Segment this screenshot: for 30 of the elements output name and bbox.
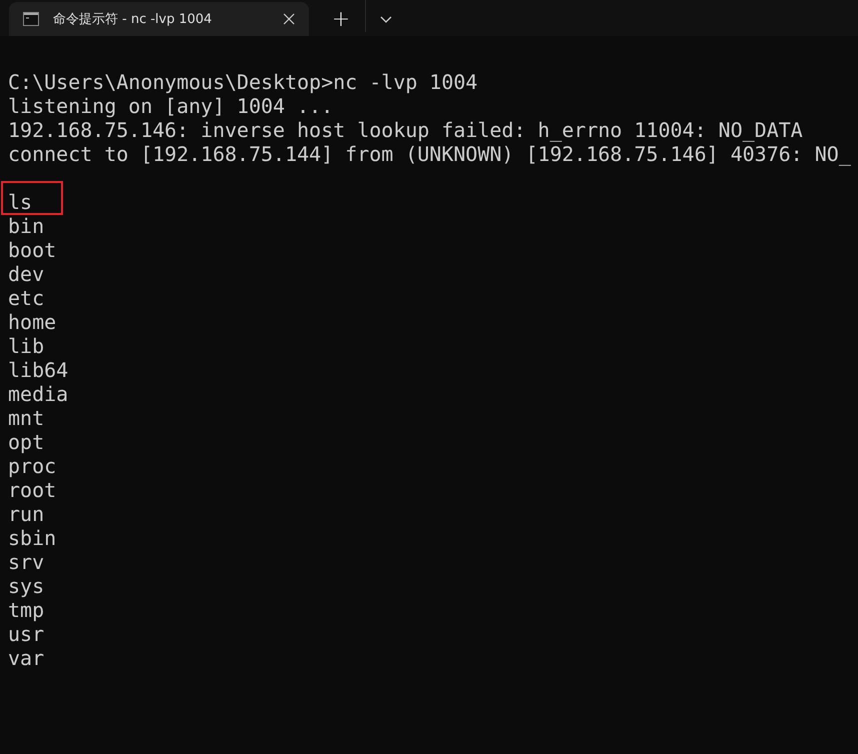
terminal-line: listening on [any] 1004 ...: [8, 94, 334, 118]
terminal-line: sys: [8, 574, 46, 598]
terminal-line: dev: [8, 262, 46, 286]
terminal-line: opt: [8, 430, 46, 454]
terminal-line: var: [8, 646, 46, 670]
close-icon[interactable]: [283, 13, 295, 25]
command-text: ls: [2, 182, 62, 214]
chevron-down-icon[interactable]: [380, 16, 392, 24]
terminal-line: C:\Users\Anonymous\Desktop>nc -lvp 1004: [8, 70, 479, 94]
terminal-line: home: [8, 310, 58, 334]
terminal-tab[interactable]: 命令提示符 - nc -lvp 1004: [9, 2, 309, 36]
terminal-line: connect to [192.168.75.144] from (UNKNOWN) [192.168.75.146] 40376: NO_: [8, 142, 852, 166]
terminal-line: usr: [8, 622, 46, 646]
terminal-line: run: [8, 502, 46, 526]
terminal-line: proc: [8, 454, 58, 478]
terminal-line: 192.168.75.146: inverse host lookup failed: h_errno 11004: NO_DATA: [8, 118, 804, 142]
terminal-icon: [23, 12, 39, 26]
new-tab-button[interactable]: +: [321, 2, 361, 36]
terminal-line: boot: [8, 238, 58, 262]
tab-title: 命令提示符 - nc -lvp 1004: [53, 11, 213, 28]
terminal-line: sbin: [8, 526, 58, 550]
terminal-line: lib: [8, 334, 46, 358]
terminal-line: lib64: [8, 358, 70, 382]
terminal-line: etc: [8, 286, 46, 310]
terminal-line: root: [8, 478, 58, 502]
terminal-line: tmp: [8, 598, 46, 622]
terminal-line: media: [8, 382, 70, 406]
terminal-line: mnt: [8, 406, 46, 430]
terminal-line: bin: [8, 214, 46, 238]
terminal-line: srv: [8, 550, 46, 574]
